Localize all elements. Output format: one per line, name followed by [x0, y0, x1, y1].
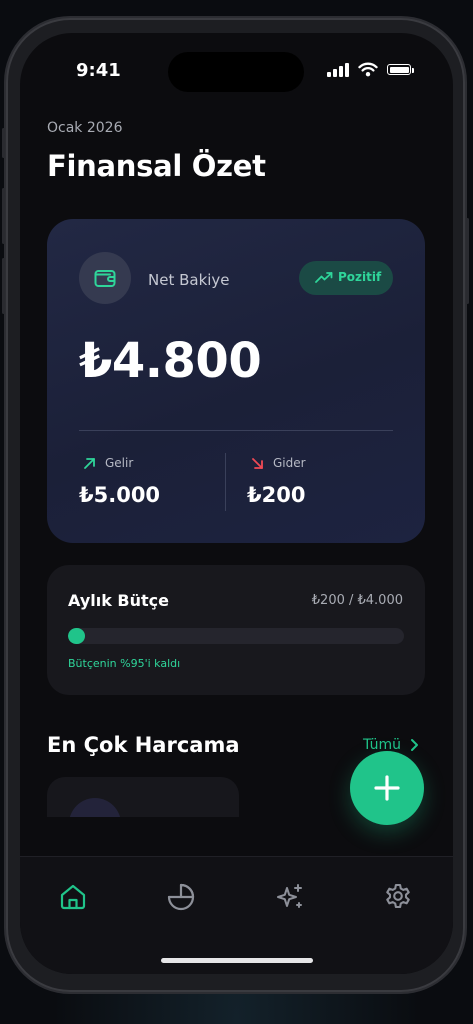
- chevron-right-icon[interactable]: [409, 738, 419, 752]
- spending-card[interactable]: [47, 777, 239, 817]
- metric-divider: [225, 453, 226, 511]
- budget-remaining-note: Bütçenin %95'i kaldı: [68, 657, 181, 670]
- sparkles-icon: [277, 884, 302, 908]
- page-title: Finansal Özet: [47, 149, 266, 183]
- app-screen: 9:41 Ocak 2026 Finansal Özet Net Bakiye: [20, 33, 453, 974]
- top-spending-title: En Çok Harcama: [47, 733, 240, 757]
- net-balance-label: Net Bakiye: [148, 271, 230, 289]
- arrow-up-right-icon: [84, 458, 95, 469]
- budget-ratio: ₺200 / ₺4.000: [311, 593, 403, 608]
- tab-bar: [20, 856, 453, 974]
- budget-progress-bar: [68, 628, 404, 644]
- tab-ai[interactable]: [270, 877, 310, 917]
- income-value: ₺5.000: [79, 483, 161, 507]
- signal-icon: [327, 63, 349, 77]
- home-icon: [60, 884, 86, 910]
- trending-up-icon: [315, 272, 333, 283]
- balance-card[interactable]: Net Bakiye Pozitif ₺4.800 Gelir ₺5.000 G…: [47, 219, 425, 543]
- plus-icon: [374, 775, 400, 801]
- battery-icon: [387, 64, 411, 75]
- income-label: Gelir: [105, 456, 134, 470]
- side-button-volume-down: [2, 258, 5, 314]
- budget-progress-fill: [68, 628, 85, 644]
- home-indicator: [161, 958, 313, 963]
- tab-home[interactable]: [53, 877, 93, 917]
- status-badge-label: Pozitif: [338, 270, 382, 284]
- expense-value: ₺200: [247, 483, 306, 507]
- add-transaction-button[interactable]: [350, 751, 424, 825]
- month-label: Ocak 2026: [47, 120, 123, 136]
- gear-icon: [386, 883, 410, 909]
- status-badge: Pozitif: [299, 261, 393, 295]
- arrow-down-right-icon: [252, 458, 263, 469]
- budget-title: Aylık Bütçe: [68, 591, 169, 610]
- status-time: 9:41: [76, 60, 121, 81]
- tab-analytics[interactable]: [161, 877, 201, 917]
- dynamic-island: [168, 52, 304, 92]
- wallet-icon-container: [79, 252, 131, 304]
- battery-cap: [412, 67, 414, 73]
- expense-label: Gider: [273, 456, 306, 470]
- side-button-left: [2, 128, 5, 158]
- pie-chart-icon: [167, 883, 195, 911]
- tab-settings[interactable]: [378, 877, 418, 917]
- card-divider: [79, 430, 393, 431]
- side-button-power: [466, 218, 469, 304]
- budget-card[interactable]: Aylık Bütçe ₺200 / ₺4.000 Bütçenin %95'i…: [47, 565, 425, 695]
- wallet-icon: [94, 270, 116, 287]
- side-button-volume-up: [2, 188, 5, 244]
- net-balance-amount: ₺4.800: [79, 333, 262, 389]
- wifi-icon: [358, 62, 378, 77]
- spending-category-icon: [69, 798, 121, 817]
